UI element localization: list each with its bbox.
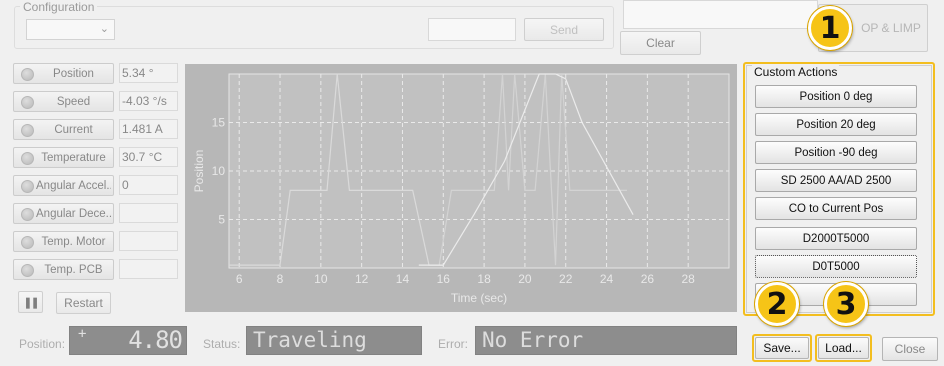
param-value bbox=[119, 203, 178, 223]
x-tick-label: 24 bbox=[600, 272, 614, 286]
param-toggle-temperature[interactable]: Temperature bbox=[13, 147, 114, 168]
led-icon bbox=[21, 236, 34, 249]
param-toggle-position[interactable]: Position bbox=[13, 63, 114, 84]
pause-button[interactable]: ❚❚ bbox=[18, 291, 43, 313]
y-tick-label: 5 bbox=[218, 213, 225, 227]
error-label: Error: bbox=[438, 337, 468, 351]
restart-button[interactable]: Restart bbox=[56, 292, 111, 314]
close-button[interactable]: Close bbox=[882, 337, 938, 361]
clear-button[interactable]: Clear bbox=[620, 31, 701, 55]
error-display-value: No Error bbox=[482, 328, 584, 352]
led-icon bbox=[21, 208, 34, 221]
configuration-title: Configuration bbox=[20, 0, 98, 14]
custom-actions-title: Custom Actions bbox=[752, 65, 840, 79]
param-toggle-speed[interactable]: Speed bbox=[13, 91, 114, 112]
param-label: Temp. PCB bbox=[44, 263, 103, 276]
param-row-speed: Speed -4.03 °/s bbox=[13, 91, 178, 113]
param-row-angular-decel: Angular Dece... bbox=[13, 203, 178, 225]
chart-x-axis-label: Time (sec) bbox=[451, 291, 507, 305]
param-toggle-current[interactable]: Current bbox=[13, 119, 114, 140]
pause-icon: ❚❚ bbox=[23, 296, 40, 309]
action-position-minus90-button[interactable]: Position -90 deg bbox=[755, 141, 917, 164]
x-tick-label: 8 bbox=[277, 272, 284, 286]
param-value: 30.7 °C bbox=[119, 147, 178, 167]
x-tick-label: 10 bbox=[314, 272, 328, 286]
save-button[interactable]: Save... bbox=[755, 337, 809, 359]
param-label: Speed bbox=[56, 95, 91, 108]
led-icon bbox=[21, 152, 34, 165]
param-value: -4.03 °/s bbox=[119, 91, 178, 111]
param-row-temperature: Temperature 30.7 °C bbox=[13, 147, 178, 169]
position-display-value: 4.80 bbox=[128, 326, 183, 354]
x-tick-label: 14 bbox=[396, 272, 410, 286]
x-tick-label: 16 bbox=[437, 272, 451, 286]
param-value bbox=[119, 231, 178, 251]
x-tick-label: 6 bbox=[236, 272, 243, 286]
position-sign: + bbox=[78, 326, 87, 342]
param-row-current: Current 1.481 A bbox=[13, 119, 178, 141]
param-toggle-angular-accel[interactable]: Angular Accel... bbox=[13, 175, 114, 196]
param-row-temp-pcb: Temp. PCB bbox=[13, 259, 178, 281]
action-position-20-button[interactable]: Position 20 deg bbox=[755, 113, 917, 136]
param-row-temp-motor: Temp. Motor bbox=[13, 231, 178, 253]
param-label: Angular Accel... bbox=[36, 179, 111, 192]
position-chart: 6 8 10 12 14 16 18 20 22 24 26 28 5 10 15 Time (sec) P… bbox=[185, 64, 737, 312]
param-row-angular-accel: Angular Accel... 0 bbox=[13, 175, 178, 197]
x-tick-label: 12 bbox=[355, 272, 369, 286]
led-icon bbox=[21, 124, 34, 137]
led-icon bbox=[21, 180, 34, 193]
param-toggle-angular-decel[interactable]: Angular Dece... bbox=[13, 203, 114, 224]
param-value: 1.481 A bbox=[119, 119, 178, 139]
load-button[interactable]: Load... bbox=[818, 337, 869, 359]
param-value: 0 bbox=[119, 175, 178, 195]
x-tick-label: 26 bbox=[641, 272, 655, 286]
action-d0t5000-button[interactable]: D0T5000 bbox=[755, 255, 917, 278]
command-input[interactable] bbox=[428, 18, 516, 41]
param-label: Temp. Motor bbox=[41, 235, 106, 248]
step-badge-2: 2 bbox=[755, 282, 799, 326]
chart-plot-area bbox=[228, 73, 730, 269]
led-icon bbox=[21, 264, 34, 277]
led-icon bbox=[21, 68, 34, 81]
position-display: + 4.80 bbox=[69, 326, 187, 355]
x-tick-label: 22 bbox=[559, 272, 573, 286]
param-label: Angular Dece... bbox=[36, 207, 111, 220]
y-tick-label: 15 bbox=[212, 116, 226, 130]
send-button[interactable]: Send bbox=[524, 18, 604, 41]
action-co-current-pos-button[interactable]: CO to Current Pos bbox=[755, 197, 917, 220]
chevron-down-icon: ⌄ bbox=[99, 23, 109, 35]
chart-y-axis-label: Position bbox=[192, 150, 206, 193]
status-display: Traveling bbox=[246, 326, 422, 355]
x-tick-label: 18 bbox=[477, 272, 491, 286]
led-icon bbox=[21, 96, 34, 109]
action-sd2500-button[interactable]: SD 2500 AA/AD 2500 bbox=[755, 169, 917, 192]
x-tick-label: 28 bbox=[682, 272, 696, 286]
position-label: Position: bbox=[19, 337, 66, 351]
param-label: Position bbox=[53, 67, 94, 80]
status-label: Status: bbox=[203, 337, 241, 351]
y-tick-label: 10 bbox=[212, 164, 226, 178]
status-display-value: Traveling bbox=[253, 328, 367, 352]
param-toggle-temp-motor[interactable]: Temp. Motor bbox=[13, 231, 114, 252]
param-row-position: Position 5.34 ° bbox=[13, 63, 178, 85]
param-toggle-temp-pcb[interactable]: Temp. PCB bbox=[13, 259, 114, 280]
chart-svg: 6 8 10 12 14 16 18 20 22 24 26 28 5 10 15 Time (sec) P… bbox=[185, 64, 737, 312]
configuration-dropdown[interactable]: ⌄ bbox=[26, 19, 115, 40]
step-badge-1: 1 bbox=[808, 6, 852, 50]
action-d2000t5000-button[interactable]: D2000T5000 bbox=[755, 227, 917, 250]
param-label: Temperature bbox=[41, 151, 106, 164]
param-value: 5.34 ° bbox=[119, 63, 178, 83]
output-log bbox=[623, 0, 818, 29]
action-position-0-button[interactable]: Position 0 deg bbox=[755, 85, 917, 108]
step-badge-3: 3 bbox=[824, 282, 868, 326]
param-value bbox=[119, 259, 178, 279]
param-label: Current bbox=[54, 123, 93, 136]
x-tick-label: 20 bbox=[518, 272, 532, 286]
error-display: No Error bbox=[475, 326, 737, 355]
